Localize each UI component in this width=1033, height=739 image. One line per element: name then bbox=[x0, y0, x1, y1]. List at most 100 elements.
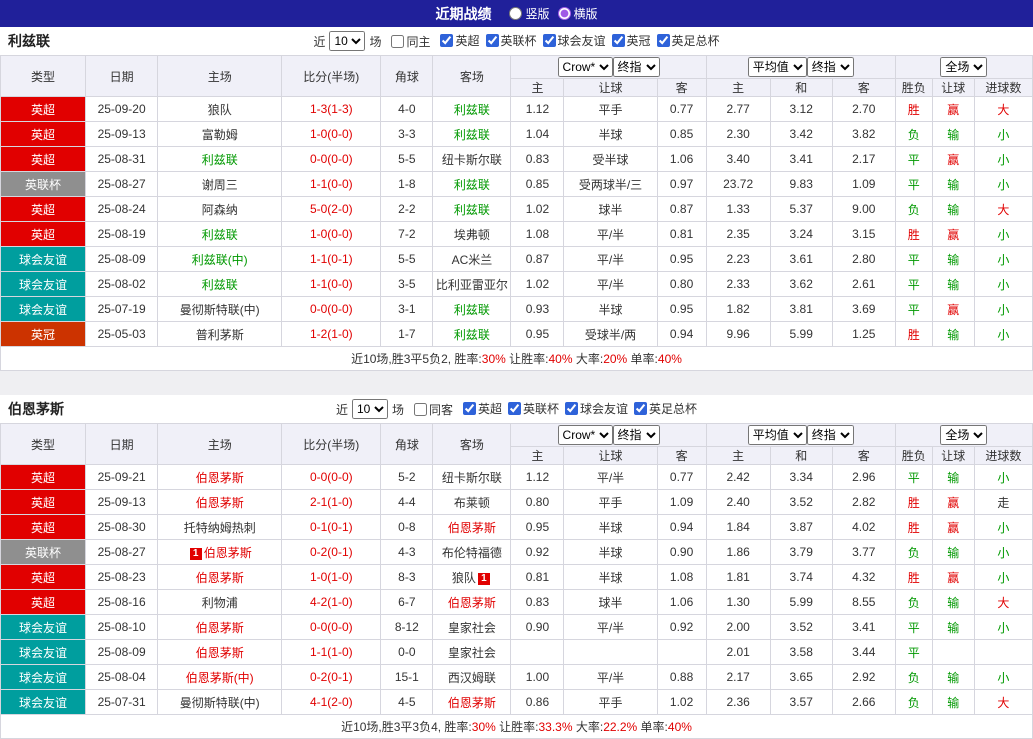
league-filter-checkbox[interactable] bbox=[543, 34, 556, 47]
league-filter-英联杯[interactable]: 英联杯 bbox=[486, 32, 537, 49]
score: 1-3(1-3) bbox=[282, 97, 381, 122]
same-venue-checkbox[interactable] bbox=[414, 403, 427, 416]
team-name-text: 伯恩茅斯 bbox=[196, 471, 244, 485]
asian-odds-stage-select[interactable]: 终指 bbox=[613, 425, 660, 445]
league-filter-英冠[interactable]: 英冠 bbox=[612, 32, 651, 49]
same-venue-filter[interactable]: 同客 bbox=[414, 401, 453, 418]
league-filter-checkbox[interactable] bbox=[486, 34, 499, 47]
summary-segment: 近10场,胜3平3负4, 胜率: bbox=[341, 720, 472, 734]
euro-odds-stage-select[interactable]: 终指 bbox=[807, 57, 854, 77]
near-count-select[interactable]: 10 bbox=[352, 399, 388, 419]
euro-away-odds: 9.00 bbox=[832, 197, 895, 222]
league-badge: 英超 bbox=[1, 565, 86, 590]
red-card-badge: 1 bbox=[190, 548, 202, 560]
same-venue-filter[interactable]: 同主 bbox=[391, 33, 430, 50]
layout-radio[interactable] bbox=[558, 7, 571, 20]
euro-draw-odds: 3.61 bbox=[770, 247, 832, 272]
euro-draw-odds: 9.83 bbox=[770, 172, 832, 197]
result-scope-select[interactable]: 全场 bbox=[940, 57, 987, 77]
euro-draw-odds: 3.52 bbox=[770, 615, 832, 640]
league-filter-英超[interactable]: 英超 bbox=[463, 400, 502, 417]
result-goals: 小 bbox=[974, 565, 1032, 590]
euro-odds-stage-select[interactable]: 终指 bbox=[807, 425, 854, 445]
league-filter-checkbox[interactable] bbox=[612, 34, 625, 47]
result-goals: 小 bbox=[974, 297, 1032, 322]
euro-away-odds: 3.41 bbox=[832, 615, 895, 640]
league-filter-球会友谊[interactable]: 球会友谊 bbox=[543, 32, 606, 49]
team-name: 利兹联 bbox=[8, 31, 50, 51]
league-filter-英足总杯[interactable]: 英足总杯 bbox=[634, 400, 697, 417]
league-filter-checkbox[interactable] bbox=[657, 34, 670, 47]
league-filter-球会友谊[interactable]: 球会友谊 bbox=[565, 400, 628, 417]
static-col-header: 日期 bbox=[86, 56, 158, 97]
asian-away-odds bbox=[657, 640, 706, 665]
corner-score: 5-5 bbox=[381, 147, 433, 172]
summary-segment: 让胜率: bbox=[496, 720, 539, 734]
euro-odds-source-select[interactable]: 平均值 bbox=[748, 57, 807, 77]
match-date: 25-08-09 bbox=[86, 247, 158, 272]
away-team: 埃弗顿 bbox=[433, 222, 511, 247]
team-name-text: AC米兰 bbox=[452, 253, 493, 267]
static-col-header: 主场 bbox=[158, 56, 282, 97]
match-row: 英超25-08-23伯恩茅斯1-0(1-0)8-3狼队10.81半球1.081.… bbox=[1, 565, 1033, 590]
result-outcome: 负 bbox=[895, 540, 932, 565]
static-col-header: 客场 bbox=[433, 424, 511, 465]
layout-option-vertical[interactable]: 竖版 bbox=[509, 5, 549, 22]
league-filter-英超[interactable]: 英超 bbox=[440, 32, 479, 49]
handicap-line: 球半 bbox=[564, 590, 657, 615]
result-outcome: 胜 bbox=[895, 515, 932, 540]
corner-score: 3-3 bbox=[381, 122, 433, 147]
result-handicap: 输 bbox=[932, 665, 974, 690]
league-badge: 球会友谊 bbox=[1, 247, 86, 272]
team-name-text: 利兹联 bbox=[454, 328, 490, 342]
asian-odds-stage-select[interactable]: 终指 bbox=[613, 57, 660, 77]
league-badge: 球会友谊 bbox=[1, 640, 86, 665]
result-scope-select[interactable]: 全场 bbox=[940, 425, 987, 445]
match-row: 球会友谊25-07-31曼彻斯特联(中)4-1(2-0)4-5伯恩茅斯0.86平… bbox=[1, 690, 1033, 715]
result-goals: 小 bbox=[974, 515, 1032, 540]
sub-col-header: 进球数 bbox=[974, 79, 1032, 97]
league-filter-group: 英超英联杯球会友谊英足总杯 bbox=[457, 400, 697, 418]
league-badge: 英超 bbox=[1, 147, 86, 172]
team-name-text: 利兹联 bbox=[202, 228, 238, 242]
asian-home-odds: 0.87 bbox=[511, 247, 564, 272]
layout-option-horizontal[interactable]: 横版 bbox=[558, 5, 598, 22]
filters: 近 10 场 同客 英超英联杯球会友谊英足总杯 bbox=[336, 399, 697, 419]
layout-radio-group: 竖版横版 bbox=[501, 5, 597, 23]
home-team: 伯恩茅斯 bbox=[158, 465, 282, 490]
layout-radio[interactable] bbox=[509, 7, 522, 20]
euro-draw-odds: 5.99 bbox=[770, 322, 832, 347]
euro-odds-source-select[interactable]: 平均值 bbox=[748, 425, 807, 445]
asian-away-odds: 0.95 bbox=[657, 297, 706, 322]
league-filter-checkbox[interactable] bbox=[463, 402, 476, 415]
near-count-select[interactable]: 10 bbox=[329, 31, 365, 51]
match-date: 25-08-04 bbox=[86, 665, 158, 690]
euro-away-odds: 2.61 bbox=[832, 272, 895, 297]
same-venue-checkbox[interactable] bbox=[391, 35, 404, 48]
league-filter-checkbox[interactable] bbox=[440, 34, 453, 47]
league-filter-英足总杯[interactable]: 英足总杯 bbox=[657, 32, 720, 49]
score: 0-0(0-0) bbox=[282, 615, 381, 640]
away-team: 布莱顿 bbox=[433, 490, 511, 515]
team-name-text: 伯恩茅斯 bbox=[196, 621, 244, 635]
bookmaker-select[interactable]: Crow* bbox=[558, 425, 613, 445]
layout-option-label: 竖版 bbox=[525, 5, 549, 22]
asian-away-odds: 0.95 bbox=[657, 247, 706, 272]
score: 0-0(0-0) bbox=[282, 297, 381, 322]
bookmaker-select[interactable]: Crow* bbox=[558, 57, 613, 77]
home-team: 曼彻斯特联(中) bbox=[158, 297, 282, 322]
league-filter-英联杯[interactable]: 英联杯 bbox=[508, 400, 559, 417]
league-filter-checkbox[interactable] bbox=[565, 402, 578, 415]
result-handicap: 赢 bbox=[932, 515, 974, 540]
euro-draw-odds: 3.12 bbox=[770, 97, 832, 122]
euro-draw-odds: 3.87 bbox=[770, 515, 832, 540]
score: 4-2(1-0) bbox=[282, 590, 381, 615]
league-filter-checkbox[interactable] bbox=[508, 402, 521, 415]
league-filter-checkbox[interactable] bbox=[634, 402, 647, 415]
asian-home-odds: 0.83 bbox=[511, 147, 564, 172]
home-team: 阿森纳 bbox=[158, 197, 282, 222]
match-row: 英超25-08-31利兹联0-0(0-0)5-5纽卡斯尔联0.83受半球1.06… bbox=[1, 147, 1033, 172]
team-name-text: 皇家社会 bbox=[448, 621, 496, 635]
euro-away-odds: 3.15 bbox=[832, 222, 895, 247]
team-name-text: 狼队 bbox=[452, 571, 476, 585]
